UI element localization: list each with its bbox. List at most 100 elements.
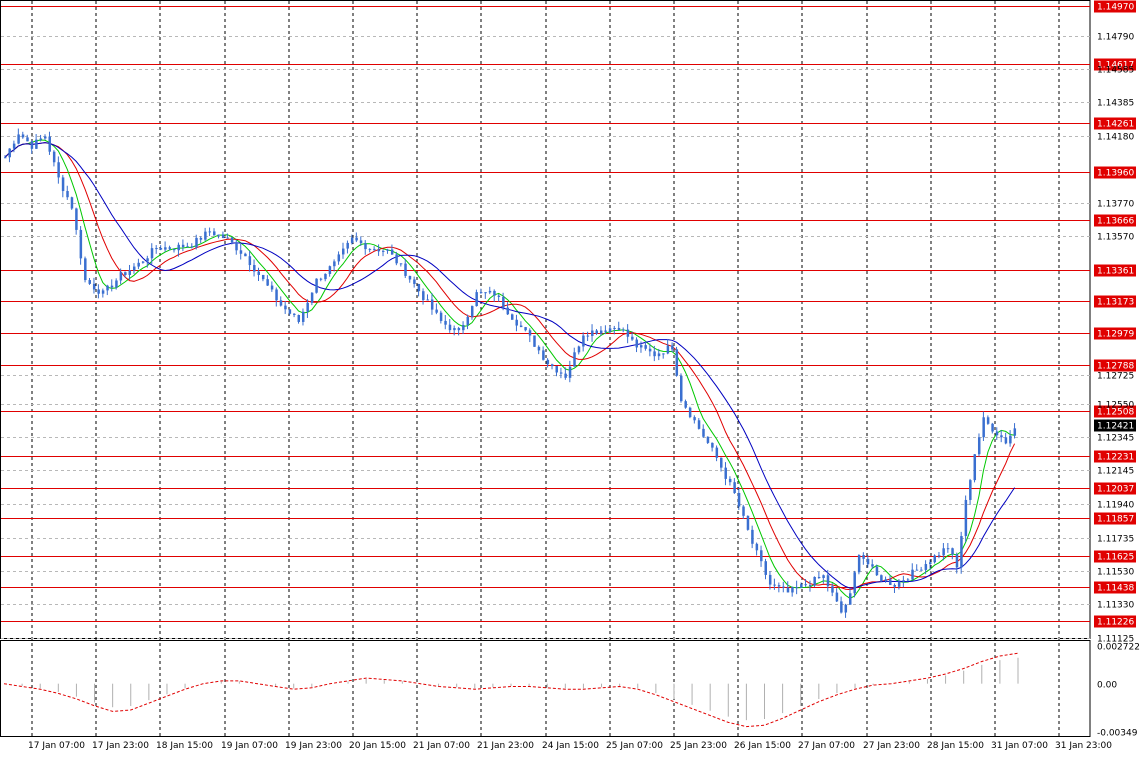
candle-body (782, 586, 785, 588)
candle-body (751, 529, 754, 544)
candle-body (235, 242, 238, 251)
candle-body (648, 348, 652, 352)
candle-body (933, 555, 936, 563)
candle-body (35, 139, 38, 149)
candle-body (164, 247, 167, 250)
candle-body (208, 231, 212, 233)
candle-body (221, 234, 225, 239)
candle-body (75, 208, 78, 230)
candle-body (693, 417, 696, 421)
candle-body (1004, 437, 1008, 444)
candle-body (897, 581, 901, 587)
candle-body (977, 437, 981, 455)
candles (4, 128, 1017, 618)
candle-body (204, 231, 207, 240)
candle-body (604, 330, 607, 332)
time-axis-label: 26 Jan 15:00 (734, 741, 791, 751)
price-tick-label: 1.11940 (1097, 501, 1134, 511)
candle-body (644, 345, 647, 349)
oscillator-signal-line (3, 652, 1019, 728)
candle-body (608, 328, 612, 332)
price-tick-label: 1.11735 (1097, 535, 1134, 545)
candle-body (991, 423, 994, 432)
candle-body (413, 279, 416, 284)
candle-body (666, 345, 670, 354)
candle-body (439, 312, 443, 321)
candle-body (155, 248, 158, 250)
candle-body (840, 601, 843, 613)
candle-body (475, 292, 478, 307)
candle-body (826, 575, 830, 587)
candle-body (284, 305, 287, 310)
candle-body (577, 346, 581, 353)
candle-body (21, 134, 25, 138)
level-tag-label: 1.11438 (1097, 584, 1134, 594)
moving-averages (4, 139, 1016, 599)
candle-body (982, 417, 985, 438)
current-price-label: 1.12421 (1097, 422, 1134, 432)
candle-body (462, 324, 465, 331)
candle-body (373, 248, 376, 250)
candle-body (453, 328, 456, 331)
candle-body (702, 428, 705, 437)
candle-body (697, 420, 701, 429)
candle-body (422, 291, 425, 300)
price-tick-label: 1.13770 (1097, 200, 1134, 210)
candle-body (137, 262, 140, 267)
candle-body (595, 330, 598, 334)
candle-body (368, 248, 372, 250)
candle-body (297, 314, 301, 322)
main-panel-frame (0, 0, 1091, 639)
candle-body (493, 290, 496, 296)
candle-body (817, 576, 821, 579)
candle-body (488, 290, 492, 293)
candle-body (217, 234, 220, 236)
candle-body (728, 478, 732, 483)
candle-body (822, 575, 825, 579)
candle-body (542, 350, 545, 360)
candle-body (857, 555, 861, 573)
time-axis-label: 17 Jan 07:00 (28, 741, 85, 751)
level-tag-label: 1.13960 (1097, 169, 1134, 179)
level-tag-label: 1.11226 (1097, 618, 1134, 628)
candle-body (889, 579, 892, 585)
candle-body (470, 306, 474, 317)
candle-body (106, 285, 109, 291)
candle-body (853, 572, 856, 594)
candle-body (310, 292, 314, 303)
candle-body (248, 256, 252, 266)
candle-body (639, 345, 643, 348)
candle-body (960, 536, 963, 568)
candle-body (986, 417, 990, 424)
candle-body (835, 592, 839, 602)
candle-body (101, 290, 105, 294)
candle-body (181, 244, 185, 248)
candle-body (333, 261, 336, 267)
candle-body (684, 401, 687, 408)
candle-body (132, 266, 136, 271)
candle-body (306, 302, 309, 312)
candle-body (551, 364, 554, 367)
candle-body (506, 307, 510, 315)
candle-body (715, 447, 719, 458)
price-tick-label: 1.14180 (1097, 133, 1134, 143)
candle-body (737, 492, 741, 507)
candle-body (800, 584, 803, 588)
candle-body (533, 335, 536, 347)
candle-body (213, 231, 216, 236)
price-tick-label: 1.12725 (1097, 372, 1134, 382)
candle-body (955, 554, 959, 568)
candle-body (466, 316, 470, 325)
time-axis-label: 19 Jan 07:00 (221, 741, 278, 751)
candle-body (906, 579, 910, 581)
candle-body (711, 442, 714, 448)
candle-body (266, 279, 269, 286)
candle-body (390, 249, 394, 255)
candle-body (706, 436, 710, 443)
candle-body (564, 373, 567, 378)
candle-body (559, 372, 563, 374)
candle-body (524, 327, 527, 331)
candle-body (342, 248, 345, 255)
candle-body (680, 375, 683, 402)
candle-body (880, 575, 883, 581)
